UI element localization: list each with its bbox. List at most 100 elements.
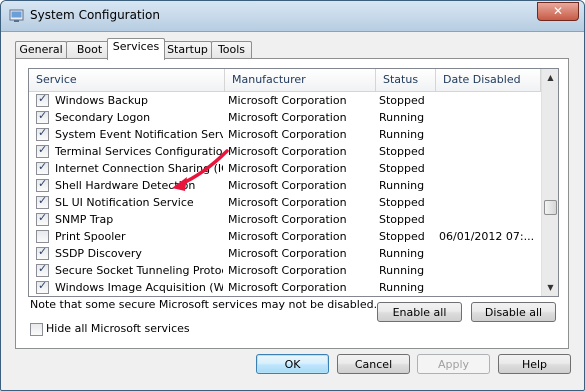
cell-manufacturer: Microsoft Corporation bbox=[228, 128, 347, 141]
cell-manufacturer: Microsoft Corporation bbox=[228, 247, 347, 260]
column-header-manufacturer[interactable]: Manufacturer bbox=[225, 69, 376, 91]
table-row[interactable]: SNMP Trap Microsoft Corporation Stopped bbox=[29, 211, 541, 228]
cell-date bbox=[439, 126, 534, 143]
cell-date bbox=[439, 109, 534, 126]
cell-status: Running bbox=[379, 128, 425, 141]
vertical-scrollbar[interactable]: ▲ ▼ bbox=[541, 69, 558, 296]
service-enabled-checkbox[interactable] bbox=[36, 177, 49, 192]
title-bar[interactable]: System Configuration ✕ bbox=[1, 1, 584, 32]
system-configuration-window: System Configuration ✕ General Boot Serv… bbox=[0, 0, 585, 391]
service-enabled-checkbox[interactable] bbox=[36, 92, 49, 107]
cell-service: SL UI Notification Service bbox=[55, 196, 194, 209]
cell-status: Stopped bbox=[379, 162, 425, 175]
cell-manufacturer: Microsoft Corporation bbox=[228, 264, 347, 277]
services-list[interactable]: Service Manufacturer Status Date Disable… bbox=[28, 68, 559, 297]
service-enabled-checkbox[interactable] bbox=[36, 126, 49, 141]
disable-all-button[interactable]: Disable all bbox=[471, 302, 556, 322]
cell-status: Stopped bbox=[379, 213, 425, 226]
cell-manufacturer: Microsoft Corporation bbox=[228, 179, 347, 192]
table-row[interactable]: SL UI Notification Service Microsoft Corp… bbox=[29, 194, 541, 211]
apply-button[interactable]: Apply bbox=[417, 354, 490, 374]
cell-service: Secure Socket Tunneling Protoc... bbox=[55, 264, 223, 277]
service-enabled-checkbox[interactable] bbox=[36, 143, 49, 158]
tab-startup[interactable]: Startup bbox=[163, 41, 212, 59]
service-enabled-checkbox[interactable] bbox=[36, 194, 49, 209]
scroll-up-arrow-icon[interactable]: ▲ bbox=[542, 69, 558, 86]
cell-service: Shell Hardware Detection bbox=[55, 179, 196, 192]
enable-all-button[interactable]: Enable all bbox=[377, 302, 462, 322]
cell-status: Stopped bbox=[379, 230, 425, 243]
cell-date bbox=[439, 92, 534, 109]
cell-service: System Event Notification Service bbox=[55, 128, 223, 141]
cell-status: Stopped bbox=[379, 94, 425, 107]
hide-microsoft-services-checkbox[interactable] bbox=[30, 323, 43, 336]
ok-button[interactable]: OK bbox=[256, 354, 329, 374]
cell-status: Running bbox=[379, 179, 425, 192]
table-row[interactable]: Print Spooler Microsoft Corporation Stoppe… bbox=[29, 228, 541, 245]
cell-date bbox=[439, 262, 534, 279]
cell-service: Print Spooler bbox=[55, 230, 126, 243]
table-row[interactable]: Secure Socket Tunneling Protoc... Microso… bbox=[29, 262, 541, 279]
service-enabled-checkbox[interactable] bbox=[36, 230, 49, 243]
cancel-button[interactable]: Cancel bbox=[337, 354, 410, 374]
cell-service: Internet Connection Sharing (ICS) bbox=[55, 162, 223, 175]
service-enabled-checkbox[interactable] bbox=[36, 160, 49, 175]
scrollbar-thumb[interactable] bbox=[544, 200, 557, 215]
cell-status: Running bbox=[379, 247, 425, 260]
secure-services-note: Note that some secure Microsoft services… bbox=[30, 298, 378, 311]
cell-date bbox=[439, 160, 534, 177]
tab-boot[interactable]: Boot bbox=[66, 41, 113, 59]
tab-services[interactable]: Services bbox=[107, 38, 165, 60]
table-row[interactable]: Shell Hardware Detection Microsoft Corpor… bbox=[29, 177, 541, 194]
tab-general[interactable]: General bbox=[15, 41, 67, 59]
cell-manufacturer: Microsoft Corporation bbox=[228, 145, 347, 158]
column-header-date-disabled[interactable]: Date Disabled bbox=[436, 69, 541, 91]
cell-date bbox=[439, 245, 534, 262]
cell-service: Windows Image Acquisition (WIA) bbox=[55, 281, 223, 294]
cell-manufacturer: Microsoft Corporation bbox=[228, 281, 347, 294]
cell-date bbox=[439, 143, 534, 160]
service-enabled-checkbox[interactable] bbox=[36, 109, 49, 124]
cell-manufacturer: Microsoft Corporation bbox=[228, 111, 347, 124]
cell-service: SNMP Trap bbox=[55, 213, 114, 226]
cell-status: Stopped bbox=[379, 196, 425, 209]
cell-manufacturer: Microsoft Corporation bbox=[228, 94, 347, 107]
cell-date: 06/01/2012 07:... bbox=[439, 230, 534, 243]
cell-date bbox=[439, 177, 534, 194]
cell-manufacturer: Microsoft Corporation bbox=[228, 213, 347, 226]
cell-service: Secondary Logon bbox=[55, 111, 151, 124]
cell-service: SSDP Discovery bbox=[55, 247, 142, 260]
cell-status: Running bbox=[379, 111, 425, 124]
cell-manufacturer: Microsoft Corporation bbox=[228, 230, 347, 243]
service-enabled-checkbox[interactable] bbox=[36, 245, 49, 260]
cell-date bbox=[439, 211, 534, 228]
cell-status: Running bbox=[379, 281, 425, 294]
cell-date bbox=[439, 194, 534, 211]
table-row[interactable]: SSDP Discovery Microsoft Corporation Runni… bbox=[29, 245, 541, 262]
tab-tools[interactable]: Tools bbox=[211, 41, 252, 59]
table-row[interactable]: Terminal Services Configuration Microsoft… bbox=[29, 143, 541, 160]
table-row[interactable]: Windows Image Acquisition (WIA) Microsoft… bbox=[29, 279, 541, 296]
window-title: System Configuration bbox=[30, 8, 160, 22]
service-enabled-checkbox[interactable] bbox=[36, 262, 49, 277]
table-row[interactable]: Internet Connection Sharing (ICS) Microso… bbox=[29, 160, 541, 177]
table-row[interactable]: Windows Backup Microsoft Corporation Stopp… bbox=[29, 92, 541, 109]
services-tab-panel: Service Manufacturer Status Date Disable… bbox=[15, 58, 569, 349]
table-row[interactable]: System Event Notification Service Microso… bbox=[29, 126, 541, 143]
close-button[interactable]: ✕ bbox=[537, 2, 579, 21]
cell-manufacturer: Microsoft Corporation bbox=[228, 162, 347, 175]
help-button[interactable]: Help bbox=[498, 354, 571, 374]
cell-service: Terminal Services Configuration bbox=[55, 145, 223, 158]
table-row[interactable]: Secondary Logon Microsoft Corporation Runn… bbox=[29, 109, 541, 126]
cell-date bbox=[439, 279, 534, 296]
column-header-status[interactable]: Status bbox=[376, 69, 436, 91]
cell-status: Running bbox=[379, 264, 425, 277]
cell-service: Windows Backup bbox=[55, 94, 148, 107]
service-enabled-checkbox[interactable] bbox=[36, 279, 49, 294]
msconfig-app-icon bbox=[9, 9, 24, 22]
service-enabled-checkbox[interactable] bbox=[36, 211, 49, 226]
cell-status: Stopped bbox=[379, 145, 425, 158]
scroll-down-arrow-icon[interactable]: ▼ bbox=[542, 279, 558, 296]
column-header-service[interactable]: Service bbox=[29, 69, 225, 91]
cell-manufacturer: Microsoft Corporation bbox=[228, 196, 347, 209]
